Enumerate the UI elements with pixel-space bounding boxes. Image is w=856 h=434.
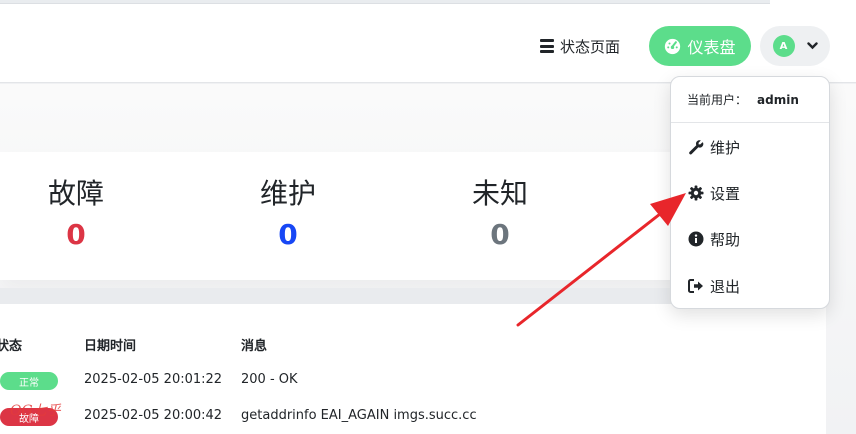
column-header-message: 消息 (241, 339, 268, 354)
dashboard-label: 仪表盘 (687, 38, 736, 57)
wrench-icon (687, 139, 704, 156)
stat-label: 维护 (259, 177, 316, 210)
menu-item-label: 设置 (710, 184, 741, 203)
column-header-datetime: 日期时间 (84, 339, 137, 354)
menu-item-logout[interactable]: 退出 (671, 266, 829, 306)
table-cell-datetime: 2025-02-05 20:01:22 (84, 372, 223, 387)
info-circle-icon (687, 231, 704, 248)
events-table: 状态 日期时间 消息 正常 2025-02-05 20:01:22 200 - … (0, 288, 826, 434)
chevron-down-icon (806, 42, 818, 50)
stat-maintenance: 维护 0 (228, 172, 348, 251)
stat-down: 故障 0 (16, 172, 136, 251)
column-header-status: 状态 (0, 339, 23, 354)
stat-unknown: 未知 0 (440, 172, 560, 251)
menu-item-settings[interactable]: 设置 (671, 173, 829, 213)
status-badge: 正常 (0, 372, 58, 390)
menu-item-label: 帮助 (710, 230, 741, 249)
stat-value: 0 (66, 218, 86, 251)
top-header: 状态页面 仪表盘 A (0, 10, 856, 83)
menu-item-label: 维护 (710, 138, 741, 157)
dashboard-button[interactable]: 仪表盘 (649, 26, 751, 66)
stats-card: 故障 0 维护 0 未知 0 (0, 152, 700, 280)
menu-item-help[interactable]: 帮助 (671, 219, 829, 259)
table-cell-message: 200 - OK (241, 372, 298, 387)
gear-icon (687, 185, 704, 202)
table-cell-datetime: 2025-02-05 20:00:42 (84, 408, 223, 423)
user-menu-button[interactable]: A (760, 26, 830, 66)
avatar: A (772, 35, 795, 57)
stat-label: 故障 (47, 177, 104, 210)
list-icon (540, 39, 554, 53)
watermark-logo: OG七乎 (10, 403, 61, 419)
top-strip (0, 0, 856, 10)
status-page-label: 状态页面 (560, 37, 621, 56)
speedometer-icon (665, 38, 681, 54)
current-user-label: 当前用户： (687, 93, 748, 107)
logout-icon (687, 278, 704, 295)
stat-value: 0 (490, 218, 510, 251)
status-page-link[interactable]: 状态页面 (540, 34, 620, 58)
current-user-info: 当前用户： admin (671, 77, 829, 123)
stat-label: 未知 (471, 177, 528, 210)
menu-item-label: 退出 (710, 277, 741, 296)
stat-value: 0 (278, 218, 298, 251)
browser-tab-line (0, 0, 770, 4)
user-dropdown-menu: 当前用户： admin 维护 设置 帮助 退出 (670, 76, 830, 309)
username: admin (757, 92, 799, 107)
menu-item-maintenance[interactable]: 维护 (671, 127, 829, 167)
table-cell-message: getaddrinfo EAI_AGAIN imgs.succ.cc (241, 408, 477, 423)
